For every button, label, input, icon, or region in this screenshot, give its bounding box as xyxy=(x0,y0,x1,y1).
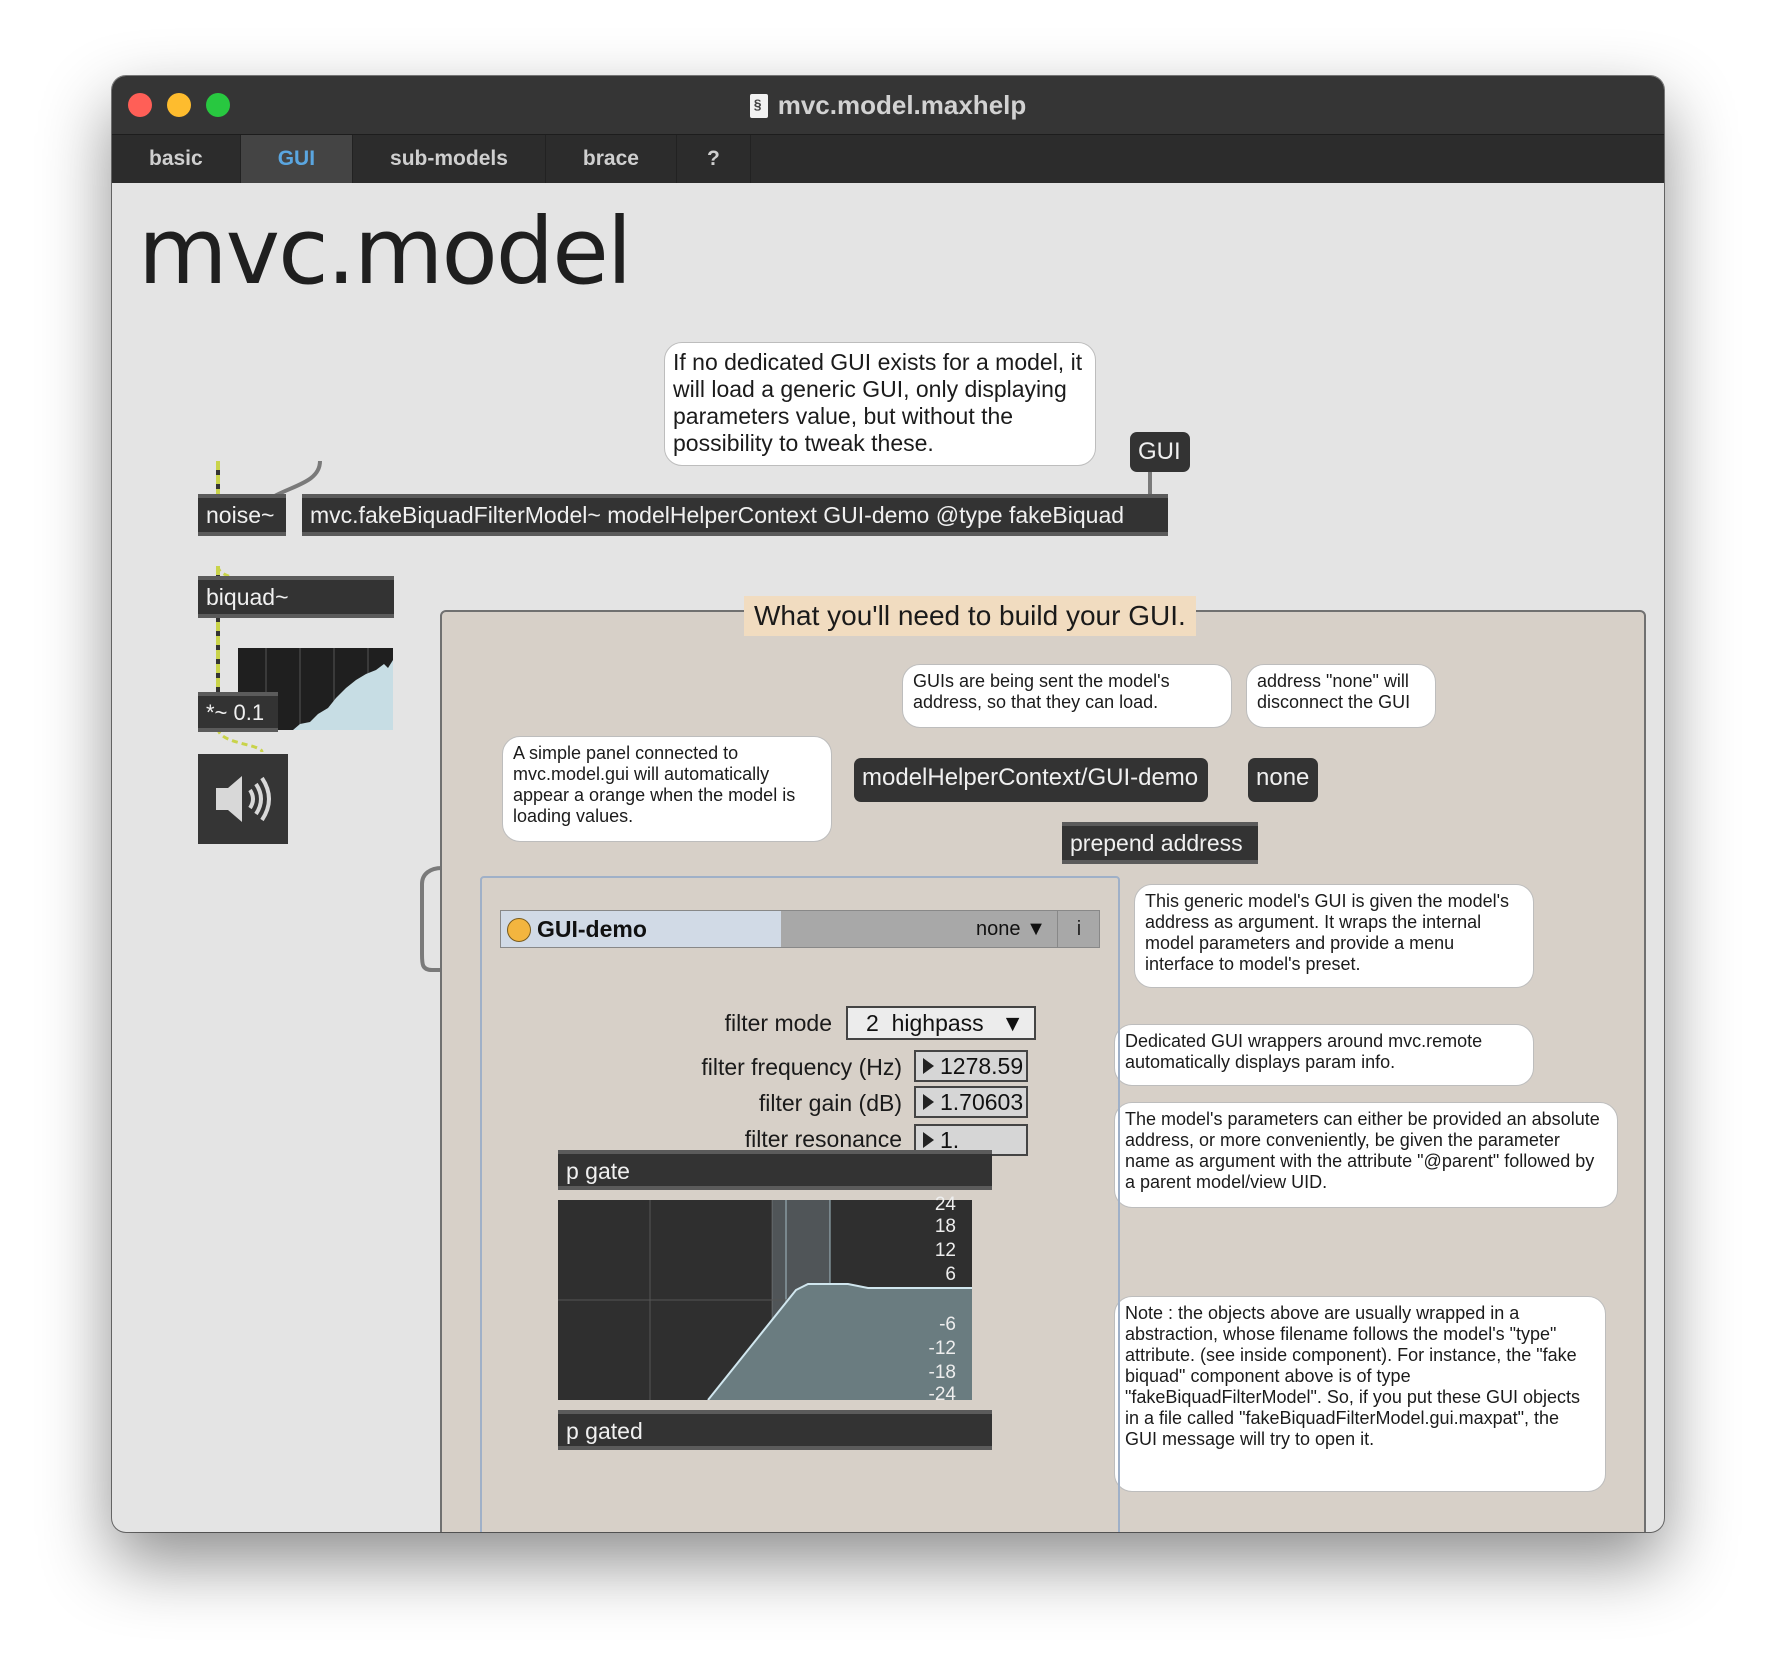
speaker-icon xyxy=(216,776,271,822)
biquad-object[interactable]: biquad~ xyxy=(198,576,394,618)
tab-brace[interactable]: brace xyxy=(546,135,677,183)
comment-parameters-address: The model's parameters can either be pro… xyxy=(1114,1102,1618,1208)
patcher-canvas: mvc.model If no dedicated GUI exists for… xyxy=(112,184,1664,1532)
resonance-label: filter resonance xyxy=(744,1126,902,1152)
tab-help[interactable]: ? xyxy=(677,135,751,183)
y-tick-label: 18 xyxy=(934,1216,956,1237)
model-gui-name: GUI-demo xyxy=(537,916,647,942)
chevron-down-icon: ▼ xyxy=(1026,918,1046,940)
window: mvc.model.maxhelp basic GUI sub-models b… xyxy=(112,76,1664,1532)
comment-sent-address: GUIs are being sent the model's address,… xyxy=(902,664,1232,728)
comment-note: Note : the objects above are usually wra… xyxy=(1114,1296,1606,1492)
p-gated-object[interactable]: p gated xyxy=(558,1410,992,1450)
preset-menu[interactable]: none ▼ xyxy=(976,918,1046,941)
noise-object[interactable]: noise~ xyxy=(198,494,286,536)
window-title-text: mvc.model.maxhelp xyxy=(777,90,1027,120)
filter-graph[interactable]: 24 18 12 6 -6 -12 -18 -24 xyxy=(558,1194,972,1405)
tab-sub-models[interactable]: sub-models xyxy=(353,135,546,183)
gui-message[interactable]: GUI xyxy=(1130,432,1190,472)
model-object[interactable]: mvc.fakeBiquadFilterModel~ modelHelperCo… xyxy=(302,494,1168,536)
y-tick-label: 24 xyxy=(934,1194,956,1215)
frequency-number-box[interactable]: 1278.59 xyxy=(914,1050,1028,1082)
y-tick-label: -6 xyxy=(939,1314,956,1335)
comment-address-none: address "none" will disconnect the GUI xyxy=(1246,664,1436,728)
document-icon xyxy=(749,94,768,118)
prepend-address-object[interactable]: prepend address xyxy=(1062,822,1258,864)
tab-gui[interactable]: GUI xyxy=(240,135,354,183)
none-message[interactable]: none xyxy=(1248,758,1318,802)
preset-menu-value: none xyxy=(976,918,1021,940)
gui-build-panel: What you'll need to build your GUI. GUIs… xyxy=(440,596,1646,1532)
gain-number-box[interactable]: 1.70603 xyxy=(914,1086,1028,1118)
comment-dedicated-wrappers: Dedicated GUI wrappers around mvc.remote… xyxy=(1114,1024,1534,1086)
gain-object[interactable]: *~ 0.1 xyxy=(198,692,278,732)
comment-simple-panel: A simple panel connected to mvc.model.gu… xyxy=(502,736,832,842)
speaker-toggle-button[interactable] xyxy=(198,754,288,844)
gain-label: filter gain (dB) xyxy=(758,1090,902,1116)
address-message[interactable]: modelHelperContext/GUI-demo xyxy=(854,758,1208,802)
filter-mode-value: highpass xyxy=(891,1010,984,1036)
comment-generic-gui: This generic model's GUI is given the mo… xyxy=(1134,884,1534,988)
model-gui-name-area: GUI-demo xyxy=(501,911,781,947)
y-tick-label: 6 xyxy=(945,1264,956,1285)
tab-bar: basic GUI sub-models brace ? xyxy=(112,135,1664,183)
loading-status-indicator xyxy=(507,918,531,942)
y-tick-label: 12 xyxy=(934,1240,956,1261)
y-tick-label: -18 xyxy=(928,1362,956,1383)
y-tick-label: -24 xyxy=(928,1384,956,1405)
panel-title: What you'll need to build your GUI. xyxy=(744,596,1196,636)
y-tick-label: -12 xyxy=(928,1338,956,1359)
window-title: mvc.model.maxhelp xyxy=(112,90,1664,121)
comment-no-gui: If no dedicated GUI exists for a model, … xyxy=(664,342,1096,466)
filter-mode-menu[interactable]: 2 highpass ▼ xyxy=(846,1006,1036,1040)
filter-mode-label: filter mode xyxy=(724,1010,832,1036)
model-gui-header: GUI-demo none ▼ i xyxy=(500,910,1100,948)
tab-basic[interactable]: basic xyxy=(112,135,241,183)
info-button[interactable]: i xyxy=(1057,911,1100,947)
title-bar: mvc.model.maxhelp xyxy=(112,76,1664,135)
frequency-label: filter frequency (Hz) xyxy=(701,1054,902,1080)
chevron-down-icon: ▼ xyxy=(1001,1010,1024,1036)
p-gate-object[interactable]: p gate xyxy=(558,1150,992,1190)
filter-mode-index: 2 xyxy=(866,1010,879,1036)
